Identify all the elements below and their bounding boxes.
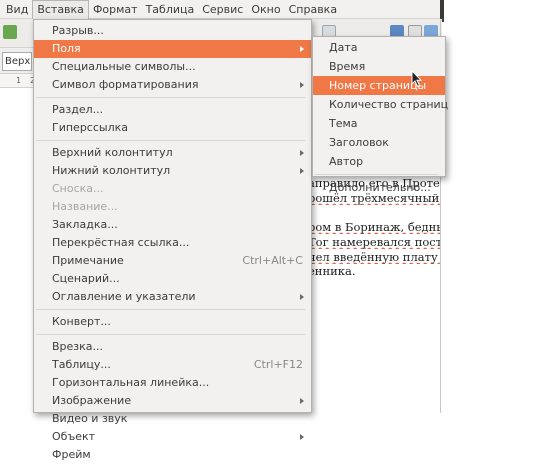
- menu-item-label: Горизонтальная линейка...: [52, 376, 210, 389]
- menu-separator: [315, 174, 439, 175]
- chevron-right-icon: [300, 82, 304, 88]
- chevron-right-icon: [300, 168, 304, 174]
- menubar-item-tablica[interactable]: Таблица: [142, 0, 199, 19]
- insert-menu: Разрыв... Поля Специальные символы... Симво…: [33, 19, 312, 461]
- insert-menu-item-oglavlenie-i-ukazateli[interactable]: Оглавление и указатели: [34, 288, 311, 306]
- fields-menu-item-tema[interactable]: Тема: [313, 114, 445, 133]
- insert-menu-item-giperssylka[interactable]: Гиперссылка: [34, 119, 311, 137]
- fields-menu-item-data[interactable]: Дата: [313, 38, 445, 57]
- insert-menu-item-vrezka[interactable]: Врезка...: [34, 338, 311, 356]
- new-document-icon[interactable]: [3, 25, 17, 39]
- chevron-right-icon: [300, 150, 304, 156]
- chevron-right-icon: [300, 434, 304, 440]
- insert-menu-item-obekt[interactable]: Объект: [34, 428, 311, 446]
- menu-item-label: Изображение: [52, 394, 132, 407]
- menubar-item-vstavka[interactable]: Вставка: [32, 0, 89, 20]
- document-line: Тог намеревался поступить: [308, 235, 440, 249]
- menubar-item-vid[interactable]: Вид: [2, 0, 32, 19]
- insert-menu-item-scenariy[interactable]: Сценарий...: [34, 270, 311, 288]
- menu-item-label: Поля: [52, 42, 81, 55]
- menu-item-label: Автор: [329, 155, 364, 168]
- menu-item-label: Сноска...: [52, 182, 104, 195]
- menu-separator: [36, 334, 305, 335]
- menu-item-label: Заголовок: [329, 136, 389, 149]
- insert-menu-item-snoska: Сноска...: [34, 180, 311, 198]
- insert-menu-item-polya[interactable]: Поля: [34, 40, 311, 58]
- insert-menu-item-perekrestnaya-ssylka[interactable]: Перекрёстная ссылка...: [34, 234, 311, 252]
- document-line: ром в Боринаж, бедный ша: [308, 220, 440, 234]
- insert-menu-item-razdel[interactable]: Раздел...: [34, 101, 311, 119]
- fields-menu-item-nomer-stranicy[interactable]: Номер страницы: [313, 76, 445, 95]
- insert-menu-item-simvol-formatirovaniya[interactable]: Символ форматирования: [34, 76, 311, 94]
- menu-item-label: Название...: [52, 200, 118, 213]
- menu-item-label: Таблицу...: [52, 358, 111, 371]
- chevron-right-icon: [300, 294, 304, 300]
- menu-item-label: Дополнительно...: [329, 181, 431, 194]
- menu-item-label: Специальные символы...: [52, 60, 196, 73]
- menu-item-label: Врезка...: [52, 340, 104, 353]
- menu-item-label: Перекрёстная ссылка...: [52, 236, 190, 249]
- menu-item-label: Примечание: [52, 254, 124, 267]
- menu-item-label: Сценарий...: [52, 272, 120, 285]
- menu-item-label: Объект: [52, 430, 96, 443]
- ruler-mark: 1: [16, 76, 22, 85]
- insert-menu-item-razryv[interactable]: Разрыв...: [34, 22, 311, 40]
- menu-item-label: Гиперссылка: [52, 121, 128, 134]
- menu-item-label: Верхний колонтитул: [52, 146, 173, 159]
- fields-menu-item-kolichestvo-stranic[interactable]: Количество страниц: [313, 95, 449, 114]
- insert-menu-item-nizhniy-kolontitul[interactable]: Нижний колонтитул: [34, 162, 311, 180]
- menu-separator: [36, 97, 305, 98]
- menu-item-label: Количество страниц: [329, 98, 449, 111]
- insert-menu-item-freym[interactable]: Фрейм: [34, 446, 311, 464]
- menu-item-label: Тема: [329, 117, 358, 130]
- insert-menu-item-konvert[interactable]: Конверт...: [34, 313, 311, 331]
- menu-item-label: Нижний колонтитул: [52, 164, 171, 177]
- document-line: чел введённую плату за об: [308, 250, 440, 264]
- menu-item-shortcut: Ctrl+F12: [253, 358, 303, 371]
- insert-menu-item-zakladka[interactable]: Закладка...: [34, 216, 311, 234]
- insert-menu-item-specialnye-simvoly[interactable]: Специальные символы...: [34, 58, 311, 76]
- menu-separator: [36, 309, 305, 310]
- mouse-pointer-icon: [411, 70, 423, 88]
- insert-menu-item-tablicu[interactable]: Таблицу... Ctrl+F12: [34, 356, 311, 374]
- insert-menu-item-gorizontalnaya-lineyka[interactable]: Горизонтальная линейка...: [34, 374, 311, 392]
- menu-item-label: Закладка...: [52, 218, 118, 231]
- fields-submenu: Дата Время Номер страницы Количество страни…: [312, 36, 449, 194]
- paragraph-style-box[interactable]: Верхний колонтитул: [2, 52, 32, 71]
- menubar-item-okno[interactable]: Окно: [247, 0, 284, 19]
- chevron-right-icon: [300, 46, 304, 52]
- insert-menu-item-nazvanie: Название...: [34, 198, 311, 216]
- menubar: Вид Вставка Формат Таблица Сервис Окно Справка: [0, 0, 440, 20]
- document-line: енника.: [308, 264, 356, 278]
- insert-menu-item-primechanie[interactable]: Примечание Ctrl+Alt+C: [34, 252, 311, 270]
- menu-item-shortcut: Ctrl+Alt+C: [242, 254, 303, 267]
- menu-item-label: Фрейм: [52, 448, 91, 461]
- fields-menu-item-zagolovok[interactable]: Заголовок: [313, 133, 445, 152]
- menubar-item-spravka[interactable]: Справка: [285, 0, 341, 19]
- menubar-item-servis[interactable]: Сервис: [198, 0, 247, 19]
- menu-item-label: Время: [329, 60, 366, 73]
- insert-menu-item-verhniy-kolontitul[interactable]: Верхний колонтитул: [34, 144, 311, 162]
- fields-menu-item-vremya[interactable]: Время: [313, 57, 445, 76]
- menu-separator: [36, 140, 305, 141]
- chevron-right-icon: [300, 398, 304, 404]
- menu-item-label: Дата: [329, 41, 358, 54]
- fields-menu-item-dopolnitelno[interactable]: Дополнительно...: [313, 178, 445, 197]
- fields-menu-item-avtor[interactable]: Автор: [313, 152, 445, 171]
- menu-item-label: Конверт...: [52, 315, 111, 328]
- menu-item-label: Разрыв...: [52, 24, 104, 37]
- menu-item-label: Раздел...: [52, 103, 104, 116]
- menu-item-label: Оглавление и указатели: [52, 290, 196, 303]
- insert-menu-item-izobrazhenie[interactable]: Изображение: [34, 392, 311, 410]
- menu-item-label: Символ форматирования: [52, 78, 199, 91]
- menu-item-label: Видео и звук: [52, 412, 128, 425]
- menubar-item-format[interactable]: Формат: [89, 0, 142, 19]
